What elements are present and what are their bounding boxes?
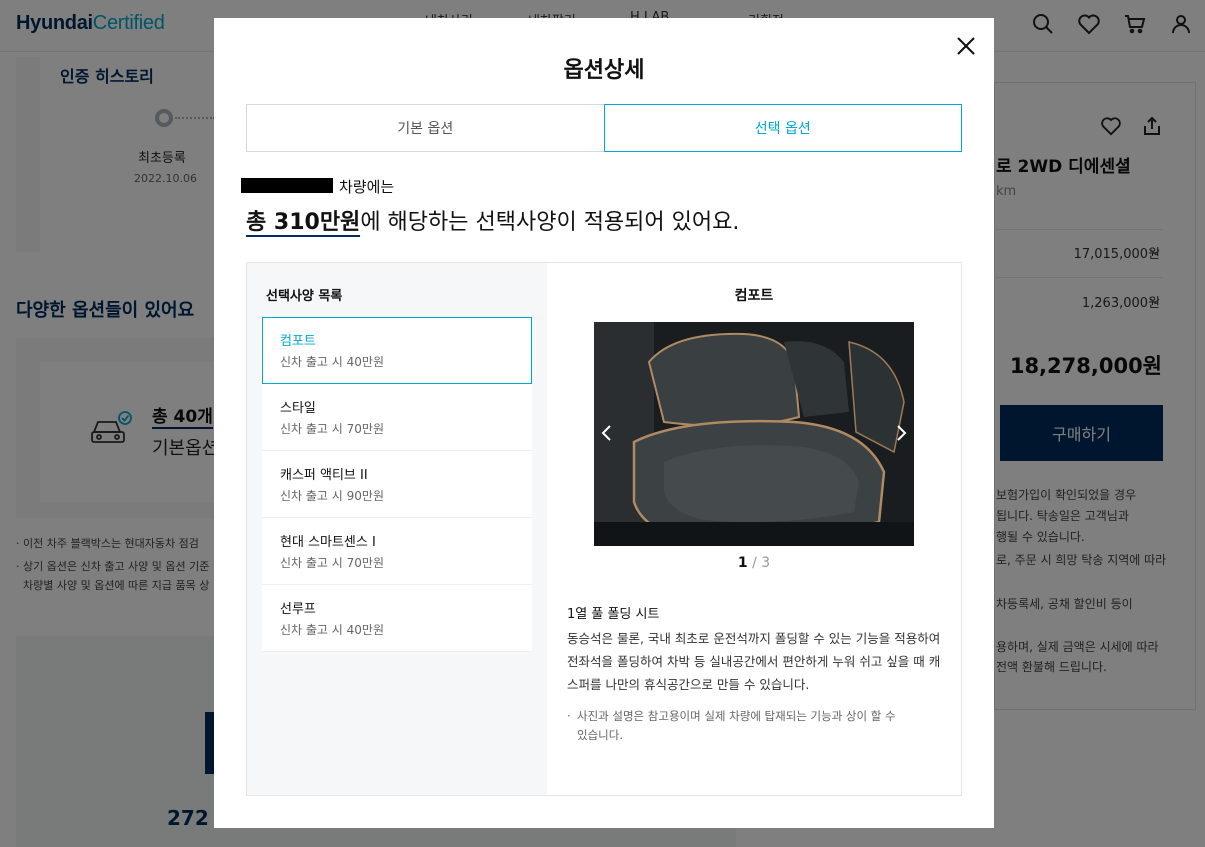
modal-title: 옵션상세 [563, 58, 645, 83]
option-name: 컴포트 [280, 334, 316, 349]
option-price: 신차 출고 시 70만원 [280, 556, 384, 570]
intro-text: 차량에는 [339, 178, 395, 196]
option-list-title: 선택사양 목록 [266, 289, 343, 304]
option-photo [594, 322, 914, 546]
tab-selected-options[interactable]: 선택 옵션 [603, 104, 962, 152]
option-price: 신차 출고 시 40만원 [280, 623, 384, 637]
option-price: 신차 출고 시 70만원 [280, 422, 384, 436]
chevron-left-icon[interactable] [596, 422, 618, 444]
option-name: 현대 스마트센스 I [280, 535, 376, 550]
disclaimer-note: 사진과 설명은 참고용이며 실제 차량에 탑재되는 기능과 상이 할 수 있습니… [567, 707, 937, 745]
option-detail-modal: 옵션상세 기본 옵션 선택 옵션 차량에는 총 310만원에 해당하는 선택사양… [214, 18, 994, 828]
option-content-box: 선택사양 목록 컴포트 신차 출고 시 40만원 스타일 신차 출고 시 70만… [246, 262, 962, 796]
summary-text: 총 310만원에 해당하는 선택사양이 적용되어 있어요. [246, 204, 740, 237]
list-item[interactable]: 컴포트 신차 출고 시 40만원 [262, 317, 532, 384]
tab-basic-options[interactable]: 기본 옵션 [246, 104, 605, 152]
photo-pager: 1 / 3 [547, 555, 961, 571]
summary-rest: 에 해당하는 선택사양이 적용되어 있어요. [360, 210, 740, 235]
option-feature-description: 동승석은 물론, 국내 최초로 운전석까지 폴딩할 수 있는 기능을 적용하여 … [567, 627, 947, 696]
list-item[interactable]: 스타일 신차 출고 시 70만원 [262, 384, 532, 451]
disclaimer-line: 있습니다. [577, 728, 623, 742]
option-name: 스타일 [280, 401, 316, 416]
list-item[interactable]: 선루프 신차 출고 시 40만원 [262, 585, 532, 652]
list-item[interactable]: 캐스퍼 액티브 II 신차 출고 시 90만원 [262, 451, 532, 518]
summary-total: 총 310만원 [246, 210, 361, 237]
option-feature-title: 1열 풀 폴딩 시트 [567, 607, 660, 622]
chevron-right-icon[interactable] [890, 422, 912, 444]
close-icon[interactable] [954, 34, 978, 58]
seat-photo-illustration [594, 322, 914, 546]
pager-total: / 3 [752, 555, 771, 571]
option-price: 신차 출고 시 90만원 [280, 489, 384, 503]
redacted-vehicle-number [241, 178, 333, 193]
pager-current: 1 [737, 555, 748, 571]
option-list: 컴포트 신차 출고 시 40만원 스타일 신차 출고 시 70만원 캐스퍼 액티… [262, 317, 533, 652]
list-item[interactable]: 현대 스마트센스 I 신차 출고 시 70만원 [262, 518, 532, 585]
disclaimer-line: 사진과 설명은 참고용이며 실제 차량에 탑재되는 기능과 상이 할 수 [577, 709, 896, 723]
option-price: 신차 출고 시 40만원 [280, 355, 384, 369]
option-tabs: 기본 옵션 선택 옵션 [246, 104, 962, 152]
option-list-column: 선택사양 목록 컴포트 신차 출고 시 40만원 스타일 신차 출고 시 70만… [247, 263, 547, 795]
option-detail-column: 컴포트 1 / 3 1열 풀 폴딩 시트 동승석은 물론, 국내 최초로 운전석… [547, 263, 961, 795]
option-name: 선루프 [280, 602, 316, 617]
option-name: 캐스퍼 액티브 II [280, 468, 368, 483]
description-line: 전좌석을 폴딩하여 차박 등 실내공간에서 편안하게 누워 쉬고 싶을 때 캐 [567, 654, 941, 669]
option-detail-title: 컴포트 [734, 288, 774, 304]
description-line: 동승석은 물론, 국내 최초로 운전석까지 폴딩할 수 있는 기능을 적용하여 [567, 631, 941, 646]
description-line: 스퍼를 나만의 휴식공간으로 만들 수 있습니다. [567, 677, 810, 692]
